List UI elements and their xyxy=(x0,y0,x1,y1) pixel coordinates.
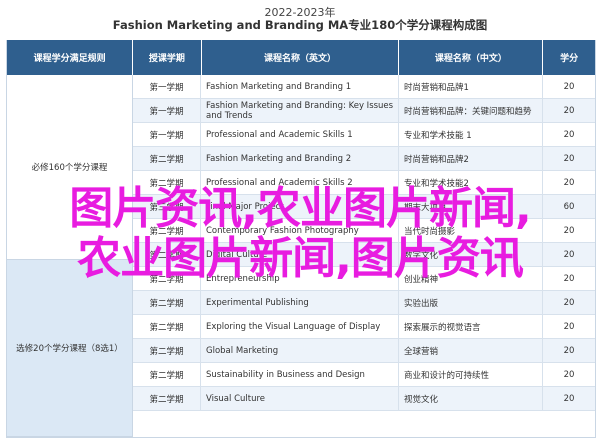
chinese-name-cell: 探索展示的视觉语言 xyxy=(399,315,543,338)
term-cell: 第一学期 xyxy=(133,75,201,98)
term-cell: 第二学期 xyxy=(133,267,201,290)
english-name-cell: Professional and Academic Skills 1 xyxy=(201,123,399,146)
chinese-name-cell: 创业精神 xyxy=(399,267,543,290)
term-cell: 第二学期 xyxy=(133,363,201,386)
credits-cell: 20 xyxy=(563,393,575,404)
group-compulsory: 必修160个学分课程 xyxy=(7,75,133,260)
english-name-cell: Exploring the Visual Language of Display xyxy=(201,315,399,338)
credits-cell: 60 xyxy=(563,201,575,212)
term-cell: 第一学期 xyxy=(133,99,201,122)
table-header: 课程学分满足规则 授课学期 课程名称（英文） 课程名称（中文） 学分 xyxy=(7,40,595,75)
english-name-cell: Visual Culture xyxy=(201,387,399,410)
table-row: 第二学期 Experimental Publishing 实验出版 20 xyxy=(133,291,595,315)
term-cell: 第三学期 xyxy=(133,195,201,218)
chinese-name-cell: 数字文化 xyxy=(399,243,543,266)
credits-cell: 20 xyxy=(563,153,575,164)
term-cell: 第二学期 xyxy=(133,387,201,410)
table-rows: 第一学期 Fashion Marketing and Branding 1 时尚营销… xyxy=(133,75,595,437)
table-row: 第二学期 Professional and Academic Skills 2 专业… xyxy=(133,171,595,195)
credits-cell: 20 xyxy=(563,321,575,332)
english-name-cell: Experimental Publishing xyxy=(201,291,399,314)
term-cell: 第二学期 xyxy=(133,171,201,194)
table-row: 第二学期 Global Marketing 全球营销 20 xyxy=(133,339,595,363)
table-row: 第三学期 Final Major Project 期末大项目 60 xyxy=(133,195,595,219)
credits-cell: 20 xyxy=(563,177,575,188)
chinese-name-cell: 时尚营销和品牌1 xyxy=(399,75,543,98)
credits-cell: 20 xyxy=(563,369,575,380)
credits-cell: 20 xyxy=(563,225,575,236)
table-row: 第二学期 Exploring the Visual Language of Dis… xyxy=(133,315,595,339)
credits-cell: 20 xyxy=(563,81,575,92)
term-cell: 第二学期 xyxy=(133,291,201,314)
table-row: 第二学期 Entrepreneurship 创业精神 20 xyxy=(133,267,595,291)
column-header-english-name: 课程名称（英文） xyxy=(202,40,400,75)
chinese-name-cell: 专业和学术技能 1 xyxy=(399,123,543,146)
term-cell: 第二学期 xyxy=(133,339,201,362)
table-row: 第二学期 Fashion Marketing and Branding 2 时尚营销… xyxy=(133,147,595,171)
english-name-cell: Fashion Marketing and Branding: Key Issu… xyxy=(201,99,399,122)
column-header-chinese-name: 课程名称（中文） xyxy=(399,40,544,75)
chinese-name-cell: 当代时尚摄影 xyxy=(399,219,543,242)
english-name-cell: Professional and Academic Skills 2 xyxy=(201,171,399,194)
group-elective: 选修20个学分课程（8选1） xyxy=(7,260,133,437)
english-name-cell: Final Major Project xyxy=(201,195,399,218)
english-name-cell: Digital Culture xyxy=(201,243,399,266)
english-name-cell: Fashion Marketing and Branding 1 xyxy=(201,75,399,98)
table-row: 第一学期 Fashion Marketing and Branding 1 时尚营销… xyxy=(133,75,595,99)
course-table: 课程学分满足规则 授课学期 课程名称（英文） 课程名称（中文） 学分 必修160… xyxy=(6,40,596,438)
english-name-cell: Sustainability in Business and Design xyxy=(201,363,399,386)
page-title: Fashion Marketing and Branding MA专业180个学… xyxy=(112,18,488,32)
chinese-name-cell: 期末大项目 xyxy=(399,195,543,218)
english-name-cell: Fashion Marketing and Branding 2 xyxy=(201,147,399,170)
term-cell: 第二学期 xyxy=(133,219,201,242)
english-name-cell: Contemporary Fashion Photography xyxy=(201,219,399,242)
column-header-term: 授课学期 xyxy=(133,40,202,75)
credits-cell: 20 xyxy=(563,249,575,260)
table-body: 必修160个学分课程 选修20个学分课程（8选1） 第一学期 Fashion Ma… xyxy=(7,75,595,437)
table-row: 第二学期 Visual Culture 视觉文化 20 xyxy=(133,387,595,411)
credits-cell: 20 xyxy=(563,345,575,356)
chinese-name-cell: 视觉文化 xyxy=(399,387,543,410)
credits-cell: 20 xyxy=(563,105,575,116)
credits-cell: 20 xyxy=(563,273,575,284)
group-column: 必修160个学分课程 选修20个学分课程（8选1） xyxy=(7,75,133,437)
credits-cell: 20 xyxy=(563,297,575,308)
chinese-name-cell: 商业和设计的可持续性 xyxy=(399,363,543,386)
chinese-name-cell: 专业和学术技能2 xyxy=(399,171,543,194)
column-header-rule: 课程学分满足规则 xyxy=(7,40,134,75)
term-cell: 第二学期 xyxy=(133,315,201,338)
term-cell: 第二学期 xyxy=(133,243,201,266)
table-row: 第二学期 Sustainability in Business and Desig… xyxy=(133,363,595,387)
column-header-credits: 学分 xyxy=(560,54,579,64)
table-row: 第二学期 Contemporary Fashion Photography 当代时尚… xyxy=(133,219,595,243)
chinese-name-cell: 时尚营销和品牌：关键问题和趋势 xyxy=(399,99,543,122)
chinese-name-cell: 全球营销 xyxy=(399,339,543,362)
table-row: 第二学期 Digital Culture 数字文化 20 xyxy=(133,243,595,267)
chinese-name-cell: 实验出版 xyxy=(399,291,543,314)
english-name-cell: Global Marketing xyxy=(201,339,399,362)
table-row: 第一学期 Fashion Marketing and Branding: Key … xyxy=(133,99,595,123)
term-cell: 第二学期 xyxy=(133,147,201,170)
credits-cell: 20 xyxy=(563,129,575,140)
term-cell: 第一学期 xyxy=(133,123,201,146)
table-row: 第一学期 Professional and Academic Skills 1 专业… xyxy=(133,123,595,147)
chinese-name-cell: 时尚营销和品牌2 xyxy=(399,147,543,170)
english-name-cell: Entrepreneurship xyxy=(201,267,399,290)
